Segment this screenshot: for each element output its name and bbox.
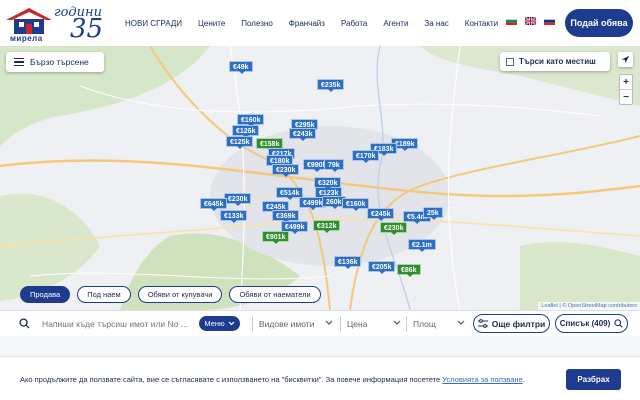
nav-useful[interactable]: Полезно (241, 19, 273, 28)
nav-new-buildings[interactable]: НОВИ СГРАДИ (125, 19, 182, 28)
zoom-in-button[interactable]: + (620, 75, 632, 90)
quick-search-button[interactable]: Бързо търсене (6, 52, 104, 72)
cookie-banner: Ако продължите да ползвате сайта, вие се… (0, 356, 640, 400)
header: мирела години 35 НОВИ СГРАДИ Цените Поле… (0, 0, 640, 46)
chevron-down-icon (457, 320, 465, 325)
map-marker[interactable]: €369k (272, 210, 300, 223)
map-marker[interactable]: €170k (352, 150, 380, 163)
tab-for-sale[interactable]: Продава (20, 286, 71, 303)
map-marker[interactable]: €2.1m (408, 239, 436, 252)
map-marker[interactable]: €312k (313, 220, 341, 233)
nav-contacts[interactable]: Контакти (465, 19, 498, 28)
list-results-label: Списък (409) (559, 319, 611, 328)
search-on-move-checkbox[interactable] (506, 57, 514, 66)
price-label: Цена (347, 319, 368, 329)
map-marker[interactable]: €230k (224, 193, 252, 206)
brand-number: 35 (70, 14, 104, 44)
list-results-button[interactable]: Списък (409) (555, 314, 628, 333)
tab-tenant-listings[interactable]: Обяви от наематели (229, 286, 321, 303)
flag-en-icon[interactable] (525, 17, 536, 25)
map-marker[interactable]: €205k (368, 261, 396, 274)
location-arrow-icon (621, 55, 630, 64)
map-marker[interactable]: 25k (423, 207, 443, 220)
zoom-out-button[interactable]: − (620, 90, 632, 105)
property-type-select[interactable]: Видове имоти (252, 316, 338, 332)
menu-icon (14, 56, 24, 69)
map-marker[interactable]: €901k (262, 231, 290, 244)
language-switcher (506, 17, 555, 25)
house-logo-icon (6, 8, 52, 34)
map-marker[interactable]: €243k (289, 128, 317, 141)
search-input[interactable] (42, 316, 192, 332)
area-select[interactable]: Площ (406, 316, 470, 332)
filter-bar: Меню Видове имоти Цена Площ Още филтри С… (0, 310, 640, 336)
sliders-icon (477, 319, 488, 328)
zoom-control: + − (619, 74, 633, 105)
quick-search-label: Бързо търсене (30, 57, 89, 67)
brand-name: мирела (10, 34, 43, 43)
map-marker[interactable]: €235k (317, 79, 345, 92)
property-type-label: Видове имоти (259, 319, 315, 329)
tab-buyer-listings[interactable]: Обяви от купувачи (137, 286, 223, 303)
area-label: Площ (413, 319, 436, 329)
map-marker[interactable]: €160k (342, 198, 370, 211)
map[interactable]: Бързо търсене Търси като местиш + − €49k… (0, 46, 640, 310)
content-strip (0, 336, 640, 356)
chevron-down-icon (325, 320, 333, 325)
cookie-message: Ако продължите да ползвате сайта, вие се… (20, 375, 443, 384)
map-marker[interactable]: €136k (334, 256, 362, 269)
map-marker[interactable]: €320k (314, 177, 342, 190)
post-listing-button[interactable]: Подай обява (565, 9, 633, 37)
map-marker[interactable]: €230k (272, 164, 300, 177)
search-on-move-label: Търси като местиш (519, 57, 596, 66)
flag-bg-icon[interactable] (506, 17, 517, 25)
map-marker[interactable]: 79k (324, 159, 344, 172)
map-marker[interactable]: €230k (380, 222, 408, 235)
main-nav: НОВИ СГРАДИ Цените Полезно Франчайз Рабо… (125, 0, 514, 46)
search-icon (19, 318, 30, 329)
price-select[interactable]: Цена (340, 316, 406, 332)
cookie-suffix: . (522, 375, 525, 384)
menu-label: Меню (204, 319, 225, 328)
logo[interactable]: мирела години 35 (4, 4, 116, 44)
map-marker[interactable]: €49k (229, 61, 253, 74)
cookie-accept-button[interactable]: Разбрах (566, 369, 621, 390)
chevron-down-icon (393, 320, 401, 325)
tab-for-rent[interactable]: Под наем (77, 286, 131, 303)
map-attribution[interactable]: Leaflet | © OpenStreetMap contributors (538, 302, 640, 310)
deal-type-tabs: Продава Под наем Обяви от купувачи Обяви… (20, 286, 321, 303)
map-marker[interactable]: €86k (397, 264, 421, 277)
more-filters-button[interactable]: Още филтри (473, 314, 550, 333)
nav-prices[interactable]: Цените (198, 19, 225, 28)
map-marker[interactable]: €160k (237, 114, 265, 127)
chevron-down-icon (228, 321, 235, 326)
search-icon (614, 319, 623, 328)
map-marker[interactable]: €126k (232, 125, 260, 138)
map-marker[interactable]: €645k (200, 198, 228, 211)
map-marker[interactable]: €133k (220, 210, 248, 223)
flag-ru-icon[interactable] (544, 17, 555, 25)
nav-jobs[interactable]: Работа (341, 19, 367, 28)
nav-about[interactable]: За нас (424, 19, 448, 28)
terms-link[interactable]: Условията за ползване (442, 375, 522, 384)
locate-button[interactable] (618, 52, 633, 67)
nav-agents[interactable]: Агенти (383, 19, 408, 28)
search-on-move-toggle[interactable]: Търси като местиш (500, 52, 610, 71)
nav-franchise[interactable]: Франчайз (289, 19, 325, 28)
map-marker[interactable]: €245k (367, 208, 395, 221)
cookie-text: Ако продължите да ползвате сайта, вие се… (20, 375, 525, 384)
menu-dropdown-button[interactable]: Меню (199, 316, 240, 331)
more-filters-label: Още филтри (491, 318, 546, 329)
map-marker[interactable]: €125k (226, 136, 254, 149)
